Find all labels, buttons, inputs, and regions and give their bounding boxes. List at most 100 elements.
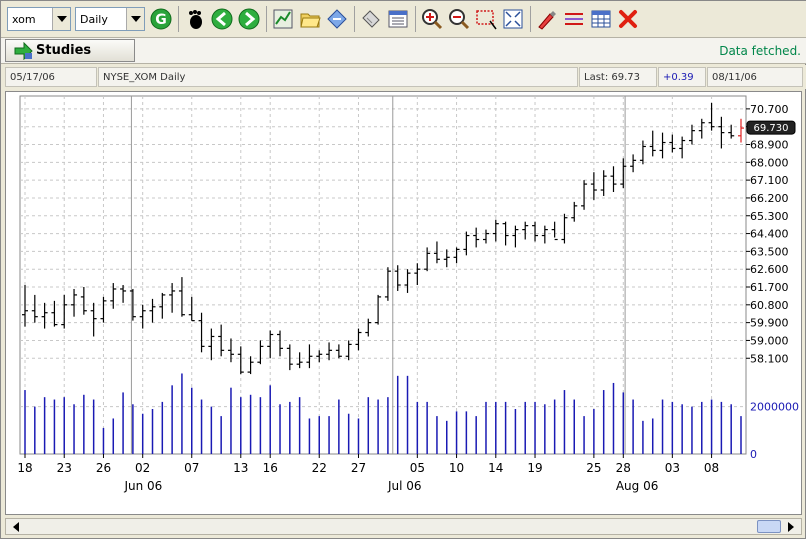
price-chart[interactable]: 70.70069.80068.90068.00067.10066.20065.3…: [5, 91, 802, 515]
price-change: +0.39: [658, 67, 706, 87]
chart-type-button[interactable]: [271, 6, 295, 32]
plot-area: [19, 95, 747, 455]
chart-icon: [273, 9, 293, 29]
zoom-in-button[interactable]: [420, 6, 444, 32]
data-table-button[interactable]: [386, 6, 410, 32]
lines-icon: [565, 13, 583, 25]
day-tick-label: 08: [704, 461, 719, 475]
day-tick-label: 07: [184, 461, 199, 475]
last-price-label: 69.730: [754, 123, 789, 134]
close-icon: [619, 10, 637, 28]
lines-button[interactable]: [562, 6, 586, 32]
folder-open-icon: [300, 13, 321, 28]
print-icon: [362, 10, 380, 28]
footprint-icon: [189, 10, 202, 29]
arrow-right-icon: [238, 8, 260, 30]
close-button[interactable]: [616, 6, 640, 32]
toolbar-separator: [354, 6, 355, 32]
month-label: Jun 06: [123, 479, 162, 493]
chevron-down-icon[interactable]: [52, 8, 70, 30]
horizontal-scrollbar[interactable]: [5, 518, 802, 535]
price-tick-label: 67.100: [750, 174, 789, 187]
open-button[interactable]: [298, 6, 322, 32]
chevron-down-icon[interactable]: [126, 8, 144, 30]
volume-tick-label: 2000000: [750, 401, 799, 414]
day-tick-label: 14: [488, 461, 503, 475]
day-tick-label: 22: [312, 461, 327, 475]
arrow-left-icon: [211, 8, 233, 30]
grid-icon: [591, 10, 611, 28]
zoom-out-icon: [449, 9, 470, 30]
chart-title: NYSE_XOM Daily: [98, 67, 578, 87]
go-icon: G: [150, 8, 172, 30]
day-tick-label: 18: [17, 461, 32, 475]
list-icon: [388, 10, 408, 28]
zoom-out-button[interactable]: [447, 6, 471, 32]
svg-text:G: G: [155, 12, 167, 28]
print-button[interactable]: [359, 6, 383, 32]
day-tick-label: 25: [586, 461, 601, 475]
scroll-thumb[interactable]: [757, 520, 781, 533]
price-tick-label: 61.700: [750, 281, 789, 294]
fit-button[interactable]: [501, 6, 525, 32]
chart-canvas[interactable]: 70.70069.80068.90068.00067.10066.20065.3…: [6, 92, 801, 514]
price-tick-label: 62.600: [750, 263, 789, 276]
last-price: Last: 69.73: [579, 67, 657, 87]
day-tick-label: 16: [263, 461, 278, 475]
price-tick-label: 65.300: [750, 210, 789, 223]
price-tick-label: 64.400: [750, 228, 789, 241]
toolbar-separator: [266, 6, 267, 32]
price-tick-label: 70.700: [750, 103, 789, 116]
day-tick-label: 28: [616, 461, 631, 475]
forward-button[interactable]: [237, 6, 261, 32]
toolbar-separator: [415, 6, 416, 32]
draw-button[interactable]: [535, 6, 559, 32]
interval-combo[interactable]: Daily: [75, 7, 145, 31]
price-tick-label: 68.000: [750, 156, 789, 169]
diamond-save-icon: [327, 9, 347, 29]
fit-screen-icon: [503, 9, 523, 29]
toolbar-separator: [178, 6, 179, 32]
studies-button[interactable]: Studies: [5, 39, 135, 62]
end-date: 08/11/06: [707, 67, 803, 87]
day-tick-label: 26: [96, 461, 111, 475]
price-tick-label: 58.100: [750, 352, 789, 365]
price-tick-label: 59.000: [750, 334, 789, 347]
price-tick-label: 60.800: [750, 299, 789, 312]
zoom-in-icon: [422, 9, 443, 30]
go-button[interactable]: G: [149, 6, 173, 32]
day-tick-label: 23: [57, 461, 72, 475]
month-label: Aug 06: [616, 479, 659, 493]
day-tick-label: 13: [233, 461, 248, 475]
studies-label: Studies: [36, 43, 92, 58]
chart-window: xom Daily G Studies Data fetched. 05/17/…: [0, 0, 806, 539]
studies-bar: Studies Data fetched.: [1, 38, 806, 64]
price-tick-label: 59.900: [750, 317, 789, 330]
symbol-value: xom: [12, 12, 36, 26]
volume-tick-label: 0: [750, 448, 757, 461]
start-date: 05/17/06: [5, 67, 97, 87]
day-tick-label: 03: [665, 461, 680, 475]
back-button[interactable]: [210, 6, 234, 32]
zoom-box-icon: [476, 10, 497, 30]
interval-value: Daily: [80, 12, 108, 26]
day-tick-label: 05: [410, 461, 425, 475]
scroll-left-icon[interactable]: [8, 519, 24, 534]
footprint-button[interactable]: [183, 6, 207, 32]
price-tick-label: 68.900: [750, 139, 789, 152]
month-label: Jul 06: [387, 479, 422, 493]
day-tick-label: 10: [449, 461, 464, 475]
price-tick-label: 66.200: [750, 192, 789, 205]
day-tick-label: 02: [135, 461, 150, 475]
grid-button[interactable]: [589, 6, 613, 32]
price-tick-label: 63.500: [750, 245, 789, 258]
toolbar-separator: [530, 6, 531, 32]
status-text: Data fetched.: [719, 44, 801, 58]
zoom-box-button[interactable]: [474, 6, 498, 32]
symbol-combo[interactable]: xom: [7, 7, 71, 31]
studies-icon: [14, 42, 33, 60]
day-tick-label: 19: [527, 461, 542, 475]
save-button[interactable]: [325, 6, 349, 32]
scroll-right-icon[interactable]: [783, 519, 799, 534]
toolbar: xom Daily G: [1, 1, 806, 38]
